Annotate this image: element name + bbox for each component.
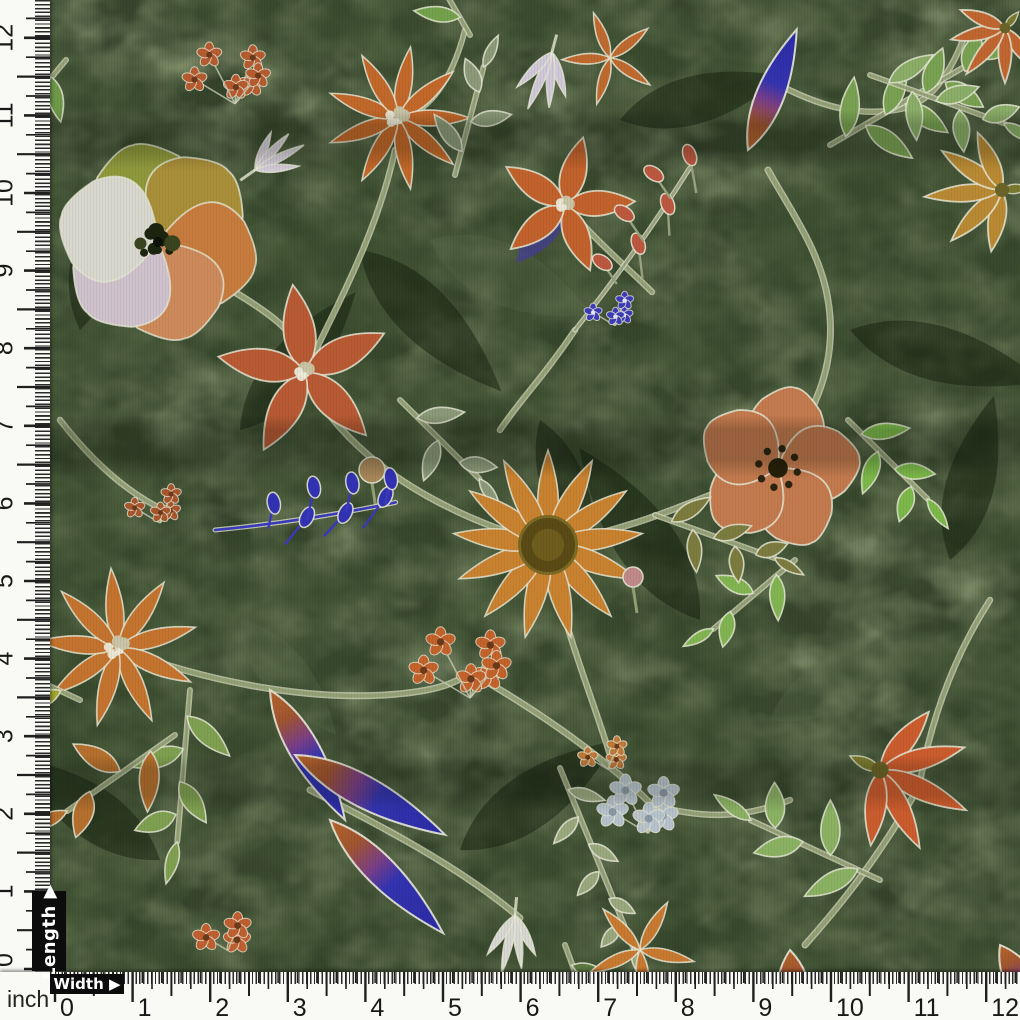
svg-text:0: 0 <box>0 953 19 967</box>
horizontal-ruler: 0123456789101112 inch <box>0 972 1020 1020</box>
length-tag: Length ▶ <box>32 891 66 971</box>
svg-text:8: 8 <box>0 341 19 355</box>
length-tag-label: Length ▶ <box>39 884 60 979</box>
svg-text:4: 4 <box>0 652 19 666</box>
svg-text:11: 11 <box>0 102 19 128</box>
svg-text:9: 9 <box>758 994 772 1020</box>
fabric-print <box>0 0 1020 1020</box>
svg-text:6: 6 <box>526 994 540 1020</box>
svg-text:2: 2 <box>215 994 229 1020</box>
svg-text:10: 10 <box>0 179 19 207</box>
svg-text:9: 9 <box>0 264 19 278</box>
svg-text:1: 1 <box>138 994 152 1020</box>
svg-text:4: 4 <box>370 994 384 1020</box>
fabric-swatch-image: 0123456789101112 0123456789101112 inch L… <box>0 0 1020 1020</box>
svg-text:12: 12 <box>0 24 19 52</box>
svg-text:3: 3 <box>0 729 19 743</box>
width-tag-label: Width ▶ <box>53 975 120 993</box>
svg-text:5: 5 <box>448 994 462 1020</box>
svg-text:8: 8 <box>681 994 695 1020</box>
width-tag: Width ▶ <box>50 974 124 994</box>
horizontal-ruler-ticks: 0123456789101112 <box>0 972 1020 1020</box>
unit-label: inch <box>7 986 49 1013</box>
svg-text:10: 10 <box>836 994 864 1020</box>
svg-text:1: 1 <box>0 884 19 898</box>
svg-text:0: 0 <box>60 994 74 1020</box>
svg-text:11: 11 <box>914 994 940 1020</box>
svg-text:2: 2 <box>0 807 19 821</box>
svg-text:6: 6 <box>0 496 19 510</box>
svg-text:3: 3 <box>293 994 307 1020</box>
vertical-ruler: 0123456789101112 <box>0 0 50 972</box>
vertical-ruler-mm-marks <box>35 0 50 972</box>
svg-text:12: 12 <box>991 994 1019 1020</box>
svg-text:7: 7 <box>0 419 19 433</box>
svg-text:7: 7 <box>603 994 617 1020</box>
svg-text:5: 5 <box>0 574 19 588</box>
